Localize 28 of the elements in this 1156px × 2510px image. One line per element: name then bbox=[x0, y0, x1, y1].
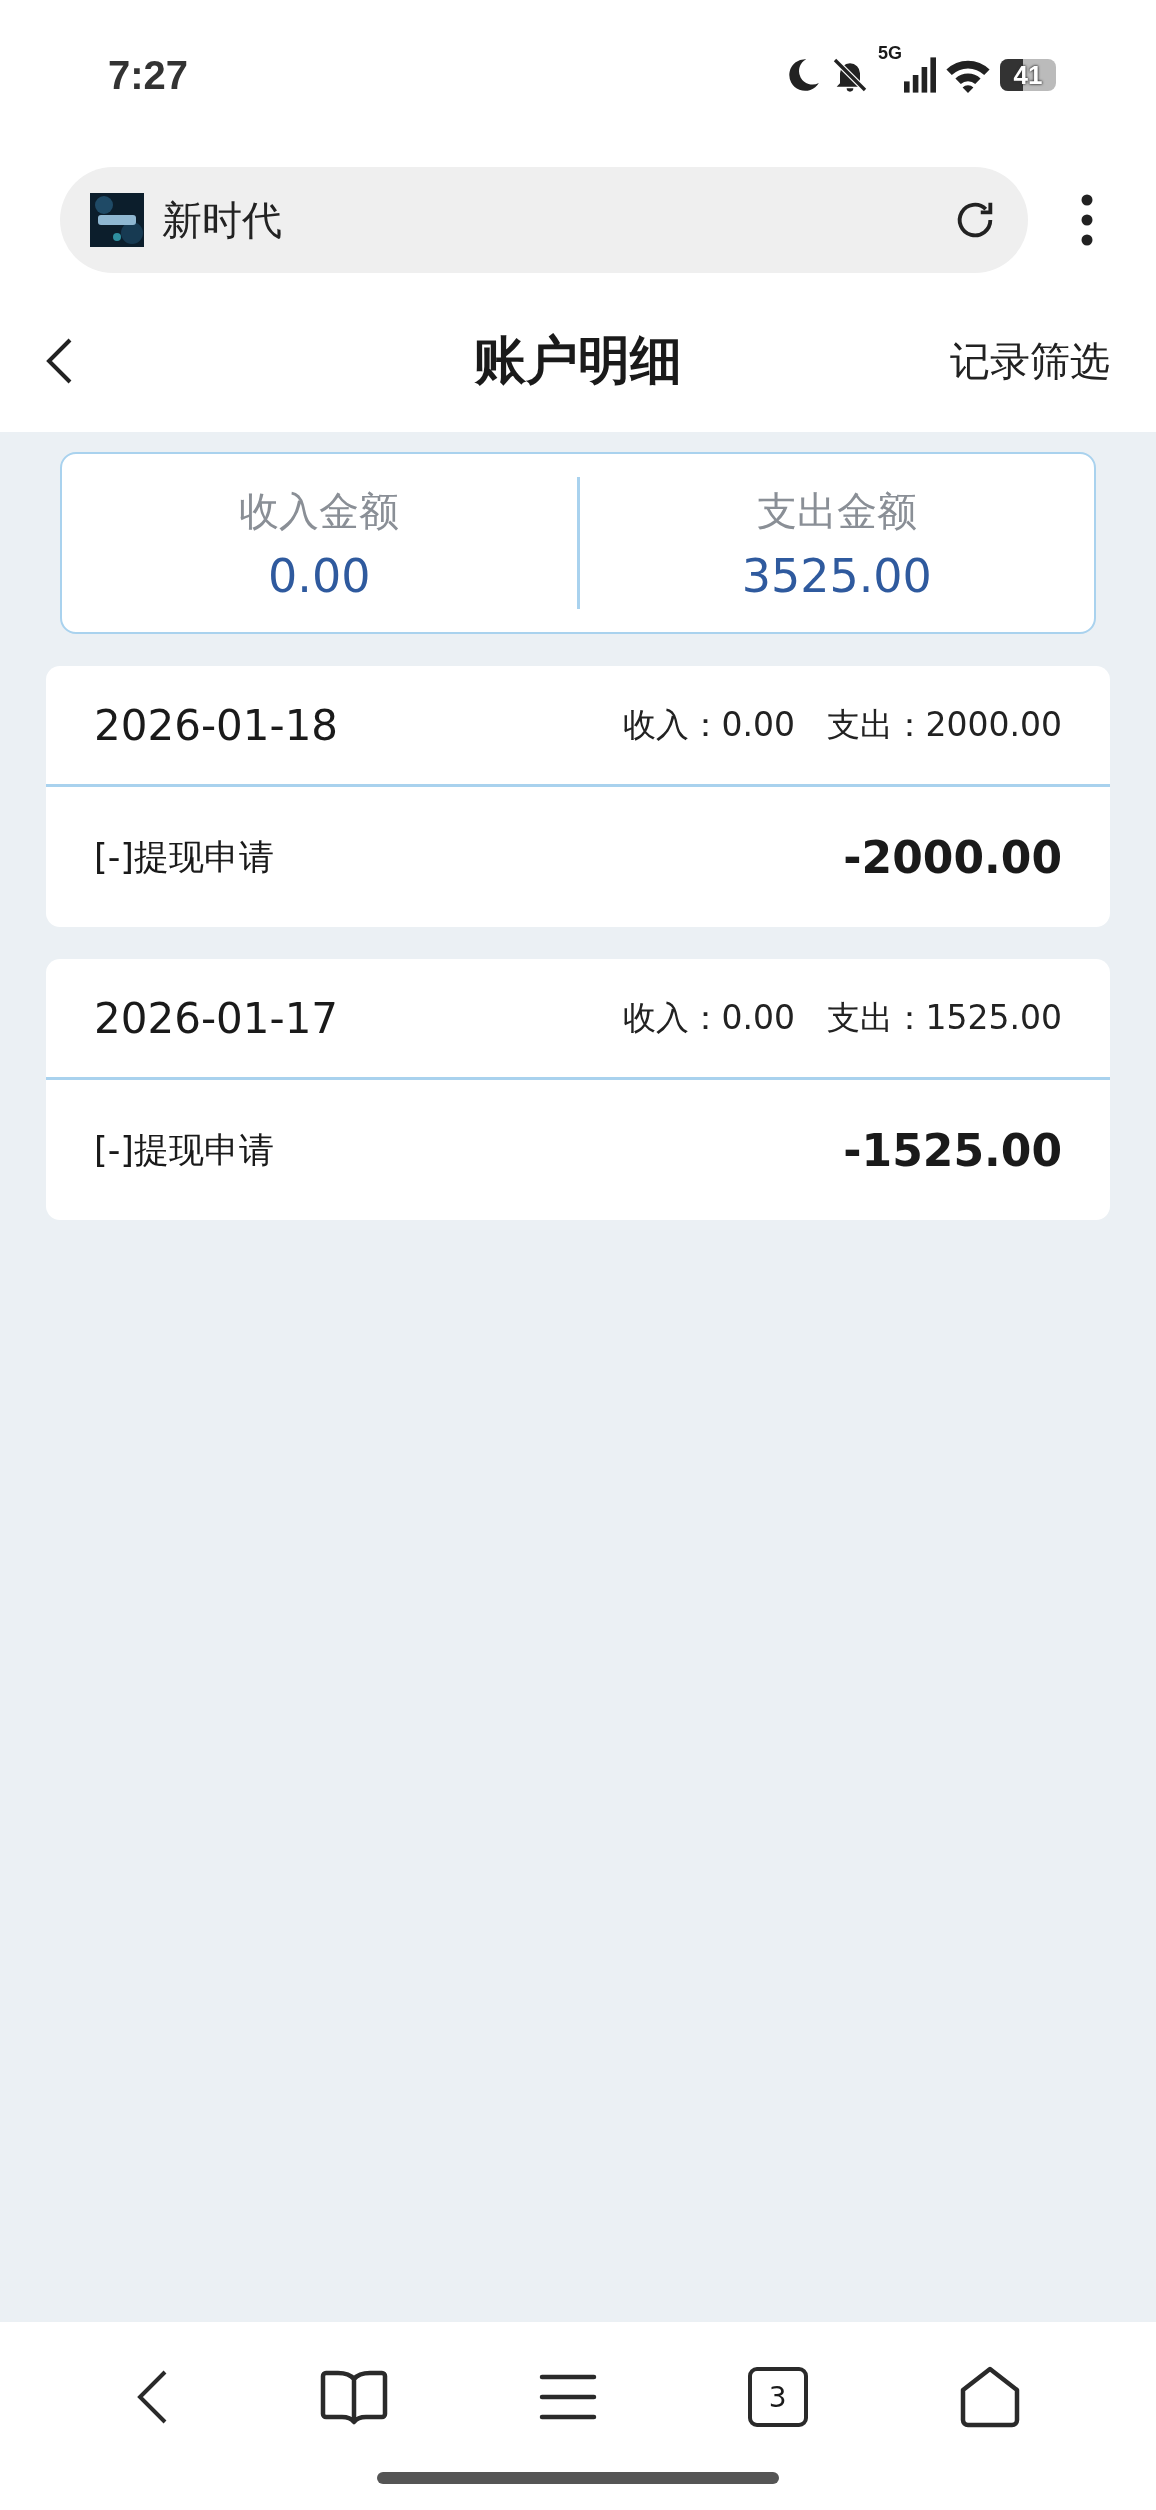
transaction-amount: -1525.00 bbox=[843, 1124, 1062, 1176]
summary-label: 收入金额 bbox=[239, 486, 400, 536]
book-icon[interactable] bbox=[320, 2369, 389, 2425]
date-label: 2026-01-18 bbox=[94, 700, 339, 750]
transaction-row[interactable]: [-]提现申请 -1525.00 bbox=[46, 1080, 1110, 1220]
summary-value: 0.00 bbox=[268, 548, 371, 603]
transaction-row[interactable]: [-]提现申请 -2000.00 bbox=[46, 787, 1110, 927]
home-icon[interactable] bbox=[958, 2366, 1021, 2428]
more-icon[interactable] bbox=[1080, 193, 1094, 247]
network-label: 5G bbox=[878, 43, 902, 64]
back-icon[interactable] bbox=[44, 337, 74, 385]
address-bar[interactable]: 新时代 bbox=[60, 167, 1028, 273]
transaction-title: [-]提现申请 bbox=[94, 1128, 274, 1172]
status-time: 7:27 bbox=[108, 52, 189, 98]
transaction-amount: -2000.00 bbox=[843, 831, 1062, 883]
filter-button[interactable]: 记录筛选 bbox=[950, 333, 1110, 389]
page-title: 账户明细 bbox=[474, 329, 682, 392]
date-label: 2026-01-17 bbox=[94, 993, 339, 1043]
menu-icon[interactable] bbox=[539, 2373, 597, 2421]
muted-bell-icon bbox=[830, 55, 870, 95]
day-totals: 收入：0.00 支出：1525.00 bbox=[622, 996, 1062, 1039]
tabs-button[interactable]: 3 bbox=[747, 2367, 808, 2427]
site-title: 新时代 bbox=[162, 195, 283, 245]
summary-label: 支出金额 bbox=[756, 486, 917, 536]
signal-icon bbox=[904, 57, 936, 93]
day-totals: 收入：0.00 支出：2000.00 bbox=[622, 703, 1062, 746]
summary-value: 3525.00 bbox=[741, 548, 932, 603]
transaction-title: [-]提现申请 bbox=[94, 835, 274, 879]
